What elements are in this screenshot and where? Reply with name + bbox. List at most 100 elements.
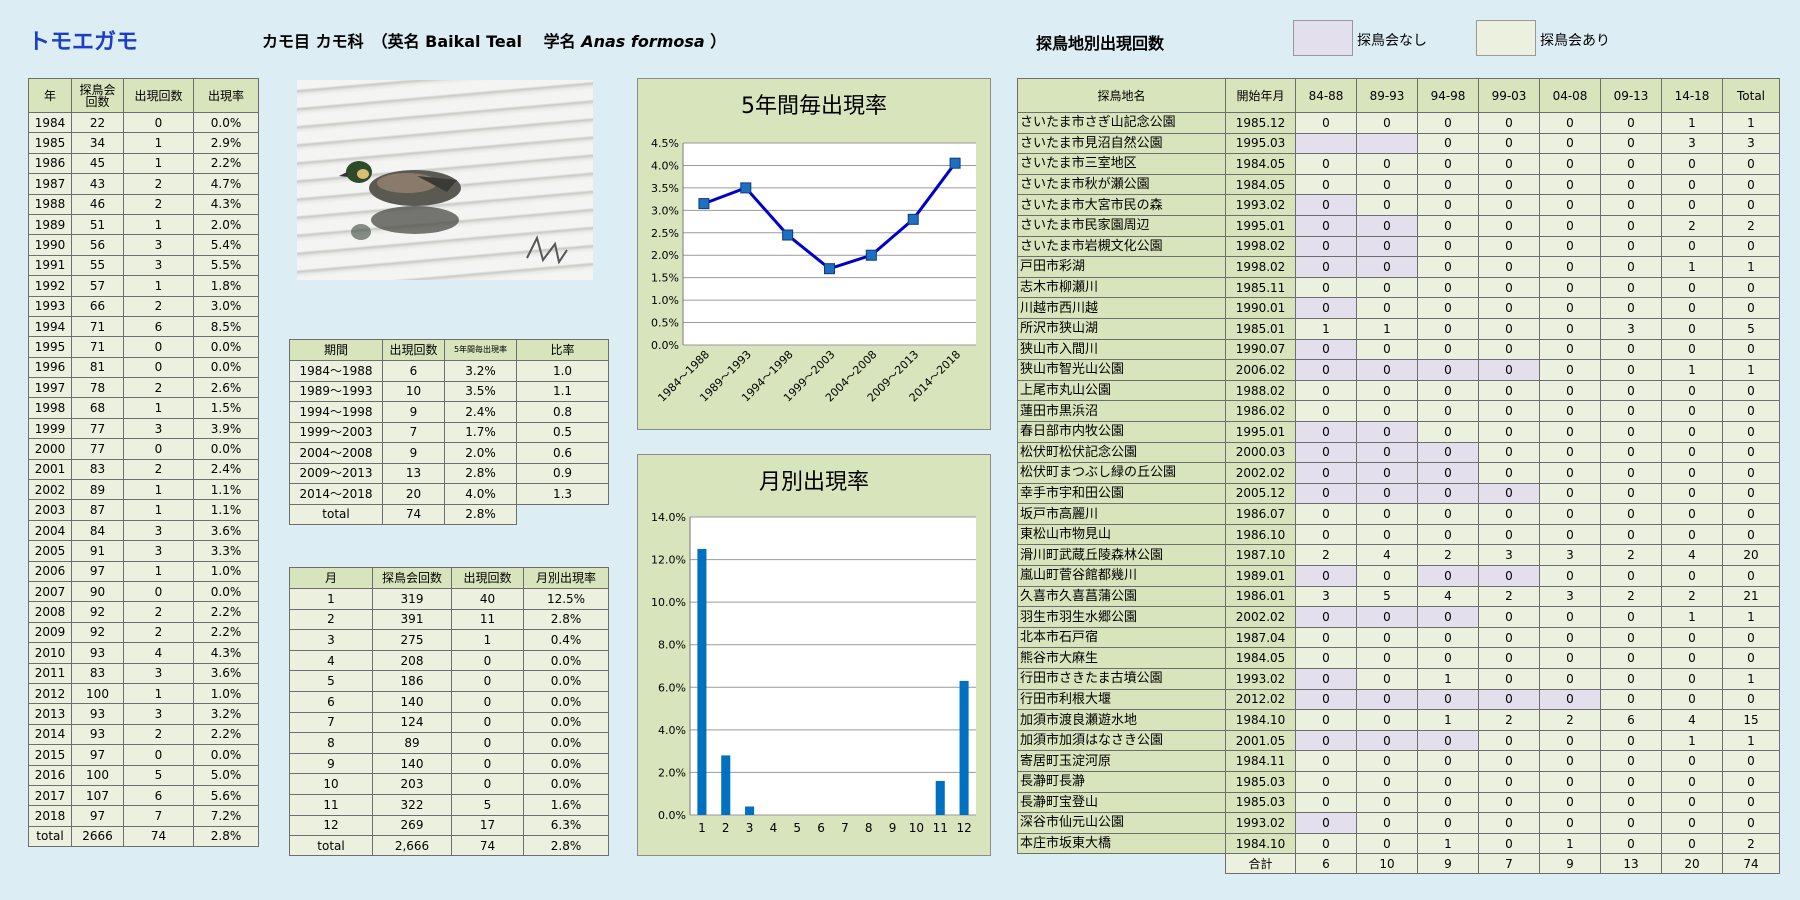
site-count-cell: 0: [1356, 729, 1418, 752]
site-count-cell: 0: [1600, 379, 1662, 402]
site-count-cell: 0: [1600, 214, 1662, 237]
site-table-title: 探鳥地別出現回数: [1036, 34, 1165, 53]
site-count-cell: 0: [1478, 503, 1540, 525]
yearly-total-cell: 74: [123, 825, 194, 847]
yearly-cell: 1.1%: [193, 499, 259, 521]
bar-x-tick: 1: [698, 821, 706, 835]
site-start-cell: 1990.07: [1225, 338, 1296, 361]
yearly-header-cell: 探鳥会 回数: [71, 78, 124, 113]
site-count-cell: 0: [1539, 647, 1601, 670]
yearly-cell: 2.2%: [193, 152, 259, 175]
monthly-cell: 319: [372, 588, 452, 610]
site-count-cell: 0: [1722, 276, 1780, 299]
site-count-cell: 3: [1295, 585, 1357, 608]
site-count-cell: 4: [1417, 585, 1479, 608]
site-count-cell: 0: [1295, 565, 1357, 587]
site-count-cell: 0: [1417, 112, 1479, 134]
site-count-cell: 0: [1539, 771, 1601, 793]
yearly-cell: 77: [71, 438, 124, 460]
yearly-row: 1985 34 1 2.9%: [28, 132, 259, 154]
monthly-cell: 12.5%: [523, 588, 609, 610]
yearly-cell: 5: [123, 764, 194, 786]
yearly-cell: 68: [71, 397, 124, 419]
site-start-cell: 1990.01: [1225, 297, 1296, 319]
site-name-cell: 幸手市宇和田公園: [1017, 482, 1226, 505]
yearly-cell: 1992: [28, 275, 72, 297]
yearly-cell: 55: [71, 254, 124, 277]
period-cell: 0.6: [516, 442, 609, 464]
yearly-cell: 3: [123, 662, 194, 684]
site-count-cell: 1: [1722, 668, 1780, 690]
site-name-cell: 長瀞町長瀞: [1017, 771, 1226, 793]
monthly-cell: 322: [372, 793, 452, 816]
site-count-cell: 0: [1417, 606, 1479, 628]
site-name-cell: 志木市柳瀬川: [1017, 276, 1226, 299]
yearly-row: 2005 91 3 3.3%: [28, 540, 259, 562]
site-row: さいたま市見沼自然公園 1995.03 0 0 0 0 3 3: [1017, 132, 1780, 155]
site-count-cell: 0: [1600, 791, 1662, 814]
yearly-cell: 2016: [28, 764, 72, 786]
yearly-total-cell: 2.8%: [193, 825, 259, 847]
site-row: 北本市石戸宿 1987.04 0 0 0 0 0 0 0 0: [1017, 626, 1780, 649]
bar-y-tick: 0.0%: [658, 809, 686, 822]
site-count-cell: 0: [1600, 523, 1662, 546]
yearly-row: 2004 84 3 3.6%: [28, 519, 259, 542]
monthly-cell: 275: [372, 629, 452, 651]
site-count-cell: 3: [1478, 544, 1540, 567]
site-start-cell: 2005.12: [1225, 482, 1296, 505]
site-count-cell: 0: [1417, 771, 1479, 793]
site-count-cell: 0: [1539, 462, 1601, 484]
line-y-tick: 2.0%: [651, 249, 679, 262]
site-count-cell: 6: [1600, 709, 1662, 731]
yearly-row: 1997 78 2 2.6%: [28, 377, 259, 399]
site-count-cell: 1: [1356, 317, 1418, 340]
yearly-header-cell: 出現回数: [123, 78, 194, 113]
period-row: 2009～2013 13 2.8% 0.9: [289, 462, 609, 484]
yearly-cell: 4.3%: [193, 193, 259, 215]
site-count-cell: 0: [1295, 379, 1357, 402]
site-name-cell: 羽生市羽生水郷公園: [1017, 606, 1226, 628]
yearly-cell: 2011: [28, 662, 72, 684]
yearly-cell: 2.2%: [193, 601, 259, 623]
yearly-header-cell: 出現率: [193, 78, 259, 113]
monthly-cell: 0: [451, 711, 524, 734]
yearly-cell: 1988: [28, 193, 72, 215]
yearly-cell: 87: [71, 499, 124, 521]
site-count-cell: 4: [1661, 544, 1723, 567]
site-count-cell: 0: [1661, 565, 1723, 587]
monthly-cell: 3: [289, 629, 373, 651]
yearly-cell: 2008: [28, 601, 72, 623]
site-count-cell: 0: [1417, 812, 1479, 834]
site-header-cell: 開始年月: [1225, 78, 1296, 113]
monthly-row: 3 275 1 0.4%: [289, 629, 609, 651]
site-count-cell: 0: [1661, 503, 1723, 525]
site-count-cell: 0: [1661, 750, 1723, 772]
site-count-cell: 0: [1356, 338, 1418, 361]
monthly-table: 月探鳥会回数 出現回数 月別出現率 1 319 40 12.5% 2 391 11 2.8% 3 27…: [289, 567, 609, 857]
yearly-row: 2000 77 0 0.0%: [28, 438, 259, 460]
period-cell: 2009～2013: [289, 462, 383, 484]
yearly-cell: 1.1%: [193, 479, 259, 501]
yearly-row: 2001 83 2 2.4%: [28, 458, 259, 481]
yearly-cell: 2: [123, 621, 194, 644]
site-start-cell: 1985.03: [1225, 791, 1296, 814]
site-count-cell: 0: [1478, 812, 1540, 834]
monthly-header-cell: 月: [289, 567, 373, 589]
monthly-cell: 12: [289, 814, 373, 837]
bar-y-tick: 8.0%: [658, 639, 686, 652]
site-count-cell: 0: [1661, 832, 1723, 855]
monthly-row: 7 124 0 0.0%: [289, 711, 609, 734]
yearly-cell: 0: [123, 580, 194, 603]
site-count-cell: 0: [1539, 523, 1601, 546]
site-count-cell: 0: [1295, 276, 1357, 299]
yearly-cell: 1989: [28, 213, 72, 236]
yearly-cell: 3.3%: [193, 540, 259, 562]
site-row: さいたま市三室地区 1984.05 0 0 0 0 0 0 0 0: [1017, 153, 1780, 175]
monthly-row: 1 319 40 12.5%: [289, 588, 609, 610]
site-start-cell: 1995.03: [1225, 132, 1296, 155]
yearly-cell: 1985: [28, 132, 72, 154]
site-count-cell: 0: [1478, 565, 1540, 587]
site-row: 本庄市坂東大橋 1984.10 0 0 1 0 1 0 0 2: [1017, 832, 1780, 855]
site-count-cell: 0: [1600, 297, 1662, 319]
period-header-cell: 比率: [516, 339, 609, 361]
